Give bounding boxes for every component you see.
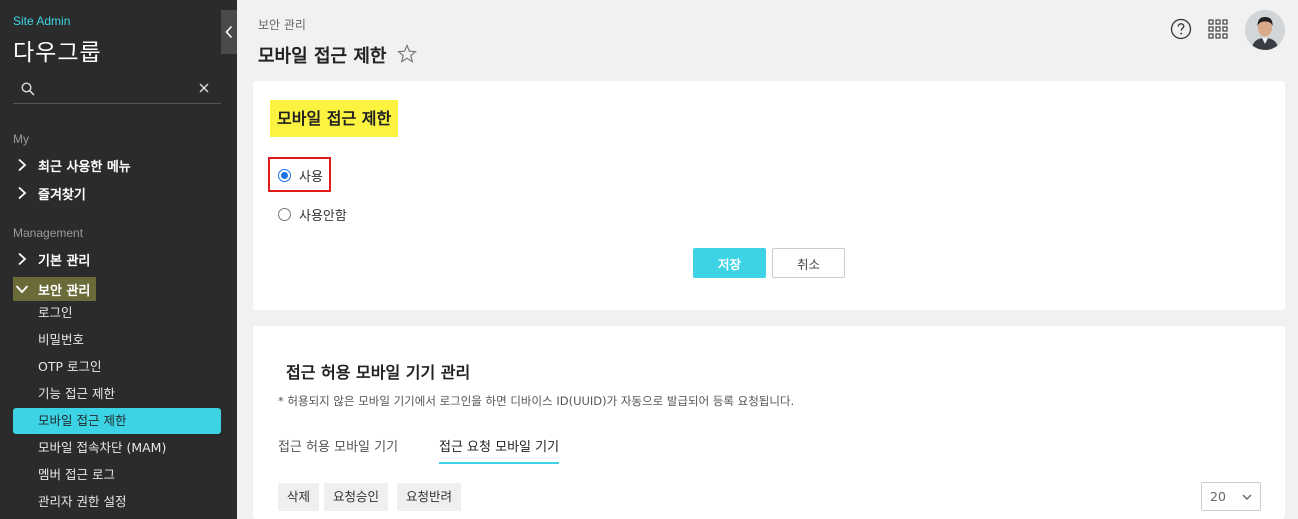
chevron-right-icon (18, 186, 27, 200)
menu-security-management[interactable]: 보안 관리 (13, 277, 97, 301)
chevron-right-icon (18, 158, 27, 172)
star-icon[interactable] (397, 44, 417, 64)
site-admin-label: Site Admin (13, 14, 71, 28)
sidebar-collapse-button[interactable] (221, 10, 237, 54)
card-title: 모바일 접근 제한 (270, 100, 399, 137)
menu-recent[interactable]: 최근 사용한 메뉴 (13, 154, 131, 176)
tab-allowed-devices[interactable]: 접근 허용 모바일 기기 (278, 436, 398, 464)
sidebar-search (13, 76, 221, 104)
menu-basic-management[interactable]: 기본 관리 (13, 248, 90, 270)
sidebar: Site Admin 다우그룹 My 최근 사용한 메뉴 즐겨찾기 Manage… (0, 0, 237, 519)
radio-button[interactable] (278, 168, 291, 182)
chevron-left-icon (225, 25, 233, 39)
user-photo-icon (1245, 10, 1285, 50)
page-title: 모바일 접근 제한 (258, 46, 387, 67)
chevron-right-icon (18, 252, 27, 266)
card-title: 접근 허용 모바일 기기 관리 (286, 363, 471, 382)
submenu-otp-login[interactable]: OTP 로그인 (13, 354, 221, 380)
approve-request-button[interactable]: 요청승인 (324, 483, 389, 511)
search-icon (21, 82, 35, 96)
radio-label: 사용 (299, 169, 323, 185)
apps-grid-icon[interactable] (1208, 19, 1228, 39)
menu-label: 보안 관리 (38, 283, 91, 299)
submenu-mam[interactable]: 모바일 접속차단 (MAM) (13, 435, 221, 461)
menu-favorites[interactable]: 즐겨찾기 (13, 182, 86, 204)
menu-label: 최근 사용한 메뉴 (38, 159, 131, 175)
search-input[interactable] (41, 79, 191, 101)
breadcrumb: 보안 관리 (258, 18, 306, 32)
radio-label: 사용안함 (299, 208, 347, 224)
save-button[interactable]: 저장 (693, 248, 766, 278)
radio-not-use[interactable]: 사용안함 (278, 204, 347, 224)
avatar[interactable] (1245, 10, 1285, 50)
tab-requested-devices[interactable]: 접근 요청 모바일 기기 (439, 436, 560, 464)
submenu-password[interactable]: 비밀번호 (13, 327, 221, 353)
cancel-button[interactable]: 취소 (772, 248, 845, 278)
menu-label: 즐겨찾기 (38, 187, 86, 203)
delete-button[interactable]: 삭제 (278, 483, 320, 511)
submenu-admin-permission[interactable]: 관리자 권한 설정 (13, 489, 221, 515)
submenu-member-log[interactable]: 멤버 접근 로그 (13, 462, 221, 488)
submenu-mobile-access[interactable]: 모바일 접근 제한 (13, 408, 221, 434)
org-name: 다우그룹 (13, 40, 102, 66)
section-label-management: Management (13, 226, 84, 240)
card-note: * 허용되지 않은 모바일 기기에서 로그인을 하면 디바이스 ID(UUID)… (278, 394, 795, 408)
mobile-access-settings-card: 모바일 접근 제한 사용 사용안함 저장 취소 (253, 81, 1285, 310)
submenu-login[interactable]: 로그인 (13, 300, 221, 326)
device-management-card: 접근 허용 모바일 기기 관리 * 허용되지 않은 모바일 기기에서 로그인을 … (253, 326, 1285, 519)
page-size-value: 20 (1210, 489, 1226, 504)
menu-label: 기본 관리 (38, 253, 91, 269)
submenu-feature-access[interactable]: 기능 접근 제한 (13, 381, 221, 407)
chevron-down-icon (1242, 494, 1252, 500)
page-size-select[interactable]: 20 (1201, 482, 1261, 511)
close-icon[interactable] (199, 83, 209, 93)
chevron-down-icon (15, 285, 29, 294)
radio-use[interactable]: 사용 (278, 165, 323, 185)
reject-request-button[interactable]: 요청반려 (397, 483, 462, 511)
radio-button[interactable] (278, 207, 291, 221)
section-label-my: My (13, 132, 29, 146)
help-icon[interactable] (1170, 18, 1192, 40)
